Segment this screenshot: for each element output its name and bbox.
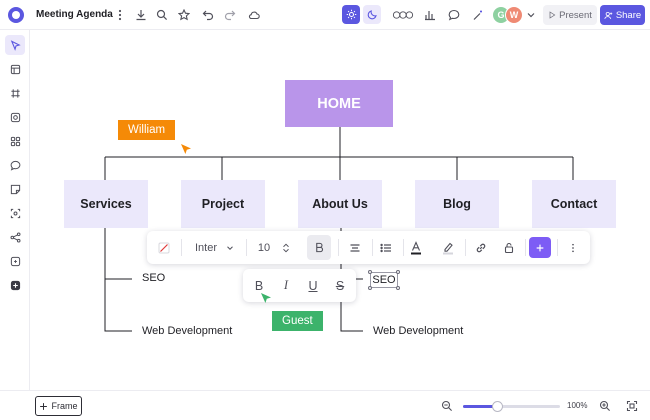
- lock-icon[interactable]: [498, 231, 520, 264]
- toolbar-divider: [525, 239, 526, 256]
- blog-node[interactable]: Blog: [415, 180, 499, 228]
- zoom-level: 100%: [567, 401, 588, 410]
- zoom-slider-thumb[interactable]: [491, 401, 503, 412]
- about-us-node[interactable]: About Us: [298, 180, 382, 228]
- stepper-icon[interactable]: [278, 231, 294, 264]
- more-icon[interactable]: [563, 231, 583, 264]
- project-node[interactable]: Project: [181, 180, 265, 228]
- text-color-icon[interactable]: [405, 231, 427, 264]
- resize-handle[interactable]: [368, 286, 372, 290]
- services-node[interactable]: Services: [64, 180, 148, 228]
- font-family-select[interactable]: Inter: [189, 231, 241, 264]
- bottom-bar: Frame 100%: [0, 390, 650, 420]
- toolbar-divider: [338, 239, 339, 256]
- toolbar-divider: [372, 239, 373, 256]
- services-seo-leaf[interactable]: SEO: [142, 272, 165, 284]
- services-webdev-leaf[interactable]: Web Development: [142, 325, 232, 337]
- chevron-down-icon: [227, 245, 233, 250]
- list-icon[interactable]: [375, 231, 397, 264]
- bold-icon[interactable]: [307, 235, 331, 260]
- resize-handle[interactable]: [396, 286, 400, 290]
- contact-node[interactable]: Contact: [532, 180, 616, 228]
- toolbar-divider: [557, 239, 558, 256]
- resize-handle[interactable]: [368, 270, 372, 274]
- frame-button[interactable]: Frame: [35, 396, 82, 416]
- strikethrough-button[interactable]: S: [327, 269, 353, 302]
- font-family-value: Inter: [194, 241, 217, 254]
- zoom-out-icon[interactable]: [439, 398, 455, 414]
- toolbar-divider: [465, 239, 466, 256]
- home-node[interactable]: HOME: [285, 80, 393, 127]
- slash-color-icon[interactable]: [153, 231, 175, 264]
- resize-handle[interactable]: [396, 270, 400, 274]
- italic-button[interactable]: I: [273, 269, 299, 302]
- text-format-toolbar: Inter 10: [147, 231, 590, 264]
- about-seo-label: SEO: [372, 274, 396, 286]
- william-cursor-icon: [181, 144, 191, 154]
- guest-cursor-icon: [261, 293, 271, 303]
- frame-label: Frame: [51, 401, 78, 411]
- highlight-icon[interactable]: [437, 231, 459, 264]
- zoom-in-icon[interactable]: [597, 398, 613, 414]
- guest-cursor-tag: Guest: [272, 311, 323, 331]
- fit-screen-icon[interactable]: [624, 398, 640, 414]
- link-icon[interactable]: [470, 231, 492, 264]
- plus-icon: [40, 402, 48, 410]
- zoom-slider[interactable]: [463, 401, 560, 412]
- underline-button[interactable]: U: [300, 269, 326, 302]
- about-seo-leaf-selected[interactable]: SEO: [370, 272, 398, 288]
- about-webdev-leaf[interactable]: Web Development: [373, 325, 463, 337]
- font-size-value[interactable]: 10: [252, 231, 276, 264]
- william-cursor-tag: William: [118, 120, 176, 140]
- align-icon[interactable]: [344, 231, 366, 264]
- add-icon[interactable]: [529, 237, 551, 258]
- toolbar-divider: [246, 239, 247, 256]
- toolbar-divider: [403, 239, 404, 256]
- toolbar-divider: [181, 239, 182, 256]
